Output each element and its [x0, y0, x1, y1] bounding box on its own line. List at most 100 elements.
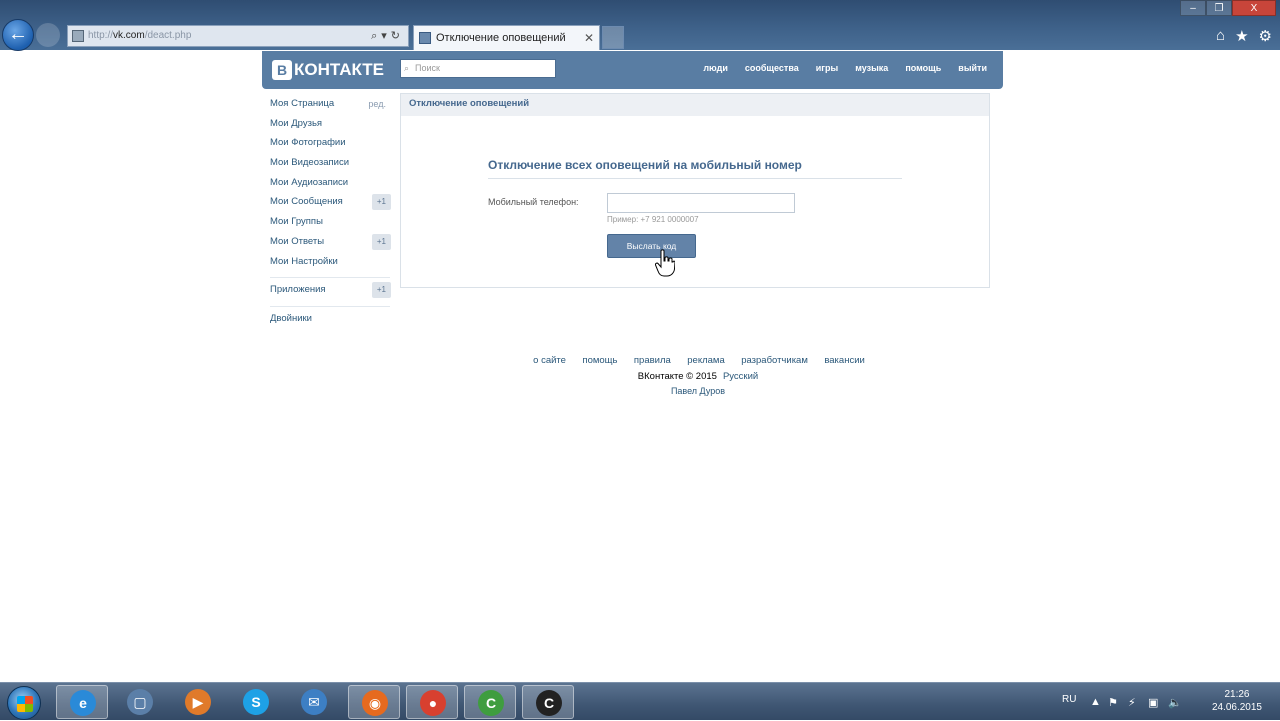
footer-copyright: ВКонтакте © 2015 Русский [0, 371, 1280, 382]
windows-taskbar: e ▢ ▶ S ✉ ◉ ● C C RU ▲ ⚑ ⚡ ▣ 🔈 21:26 24.06.2015 [0, 682, 1280, 720]
search-icon: ⌕ [404, 63, 410, 73]
vk-logo[interactable]: В КОНТАКТЕ [272, 59, 384, 81]
menu-friends[interactable]: Мои Друзья [262, 116, 394, 136]
url-path: /deact.php [144, 30, 192, 41]
nav-logout[interactable]: выйти [958, 63, 987, 73]
count-badge: +1 [371, 282, 391, 299]
menu-label: Мои Настройки [270, 255, 338, 267]
menu-label: Мои Фотографии [270, 137, 346, 149]
ie-icon: e [70, 690, 96, 716]
chrome-icon: ● [420, 690, 446, 716]
footer-links: о сайте помощь правила реклама разработч… [0, 350, 1280, 368]
menu-my-page[interactable]: Моя Страница ред. [262, 96, 394, 116]
menu-videos[interactable]: Мои Видеозаписи [262, 155, 394, 175]
firefox-icon: ◉ [362, 690, 388, 716]
footer-link-developers[interactable]: разработчикам [741, 355, 808, 366]
deactivation-panel: Отключение оповещений Отключение всех оп… [400, 93, 990, 288]
favorites-star-icon[interactable]: ★ [1235, 27, 1248, 45]
menu-answers[interactable]: Мои Ответы +1 [262, 233, 394, 254]
footer-link-ads[interactable]: реклама [687, 355, 724, 366]
volume-icon[interactable]: 🔈 [1168, 696, 1182, 709]
outlook-icon: ✉ [301, 689, 327, 715]
footer-link-jobs[interactable]: вакансии [824, 355, 864, 366]
tab-active[interactable]: Отключение оповещений ✕ [413, 25, 600, 50]
menu-apps[interactable]: Приложения +1 [262, 282, 394, 302]
skype-icon: S [243, 689, 269, 715]
panel-header: Отключение оповещений [401, 94, 989, 116]
footer-author[interactable]: Павел Дуров [0, 386, 1280, 396]
virtualbox-icon: ▢ [127, 689, 153, 715]
vk-logo-mark: В [272, 60, 292, 80]
search-input[interactable]: ⌕ Поиск [400, 59, 556, 78]
menu-label: Мои Ответы [270, 235, 325, 247]
menu-label: Мои Друзья [270, 117, 323, 129]
taskbar-app-camtasia-recorder[interactable]: C [522, 685, 574, 719]
menu-audios[interactable]: Мои Аудиозаписи [262, 175, 394, 195]
menu-divider [270, 277, 390, 279]
footer-link-help[interactable]: помощь [582, 355, 617, 366]
gear-icon[interactable]: ⚙ [1259, 27, 1272, 45]
forward-arrow-icon[interactable] [36, 23, 60, 47]
windows-logo-icon [17, 696, 33, 712]
vk-logo-text: КОНТАКТЕ [294, 60, 384, 79]
address-bar[interactable]: http://vk.com/deact.php ⌕▾↻ [67, 25, 409, 47]
search-refresh-icons[interactable]: ⌕▾↻ [371, 26, 404, 46]
clock[interactable]: 21:26 24.06.2015 [1212, 688, 1262, 714]
url-scheme: http:// [88, 30, 114, 41]
nav-games[interactable]: игры [816, 63, 838, 73]
phone-input[interactable] [607, 193, 795, 213]
menu-messages[interactable]: Мои Сообщения +1 [262, 194, 394, 214]
window-controls: – ❐ X [1180, 0, 1276, 18]
nav-music[interactable]: музыка [855, 63, 888, 73]
nav-people[interactable]: люди [703, 63, 728, 73]
menu-label: Двойники [270, 312, 312, 324]
menu-label: Мои Группы [270, 216, 323, 228]
taskbar-app-media[interactable]: ▶ [172, 685, 224, 719]
footer-link-about[interactable]: о сайте [533, 355, 566, 366]
vk-header: В КОНТАКТЕ ⌕ Поиск люди сообщества игры … [262, 51, 1003, 89]
taskbar-app-ie[interactable]: e [56, 685, 108, 719]
show-hidden-icons-icon[interactable]: ▲ [1090, 696, 1101, 708]
start-button[interactable] [7, 686, 41, 720]
nav-communities[interactable]: сообщества [745, 63, 799, 73]
hand-cursor-icon [655, 249, 675, 277]
action-center-flag-icon[interactable]: ⚑ [1108, 696, 1118, 709]
back-arrow-icon[interactable]: ← [2, 19, 34, 51]
taskbar-app-skype[interactable]: S [230, 685, 282, 719]
menu-photos[interactable]: Мои Фотографии [262, 135, 394, 155]
edit-link[interactable]: ред. [368, 96, 386, 112]
taskbar-app-chrome[interactable]: ● [406, 685, 458, 719]
language-indicator[interactable]: RU [1062, 694, 1076, 705]
power-icon[interactable]: ⚡ [1128, 696, 1136, 709]
send-code-button[interactable]: Выслать код [607, 234, 696, 258]
clock-date: 24.06.2015 [1211, 702, 1262, 713]
phone-label: Мобильный телефон: [488, 197, 579, 207]
count-badge: +1 [371, 233, 391, 250]
language-link[interactable]: Русский [723, 371, 758, 382]
maximize-button[interactable]: ❐ [1206, 0, 1232, 16]
taskbar-app-outlook[interactable]: ✉ [288, 685, 340, 719]
menu-extra-link[interactable]: Двойники [262, 311, 394, 331]
url-host: vk.com [113, 30, 145, 41]
network-icon[interactable]: ▣ [1148, 696, 1158, 709]
form-title: Отключение всех оповещений на мобильный … [488, 158, 902, 179]
taskbar-app-camtasia[interactable]: C [464, 685, 516, 719]
new-tab-button[interactable] [602, 26, 624, 49]
menu-settings[interactable]: Мои Настройки [262, 254, 394, 274]
taskbar-app-virtualbox[interactable]: ▢ [114, 685, 166, 719]
minimize-button[interactable]: – [1180, 0, 1206, 16]
menu-label: Моя Страница [270, 98, 335, 109]
tab-title: Отключение оповещений [436, 32, 566, 44]
system-tray: RU ▲ ⚑ ⚡ ▣ 🔈 21:26 24.06.2015 [1050, 683, 1280, 721]
tab-close-icon[interactable]: ✕ [584, 26, 594, 50]
home-icon[interactable]: ⌂ [1216, 27, 1225, 45]
close-button[interactable]: X [1232, 0, 1276, 16]
menu-groups[interactable]: Мои Группы [262, 214, 394, 234]
menu-label: Приложения [270, 284, 326, 296]
search-placeholder: Поиск [415, 63, 440, 73]
copyright-text: ВКонтакте © 2015 [637, 371, 717, 382]
taskbar-app-firefox[interactable]: ◉ [348, 685, 400, 719]
count-badge: +1 [371, 194, 391, 211]
nav-help[interactable]: помощь [905, 63, 941, 73]
footer-link-rules[interactable]: правила [634, 355, 671, 366]
